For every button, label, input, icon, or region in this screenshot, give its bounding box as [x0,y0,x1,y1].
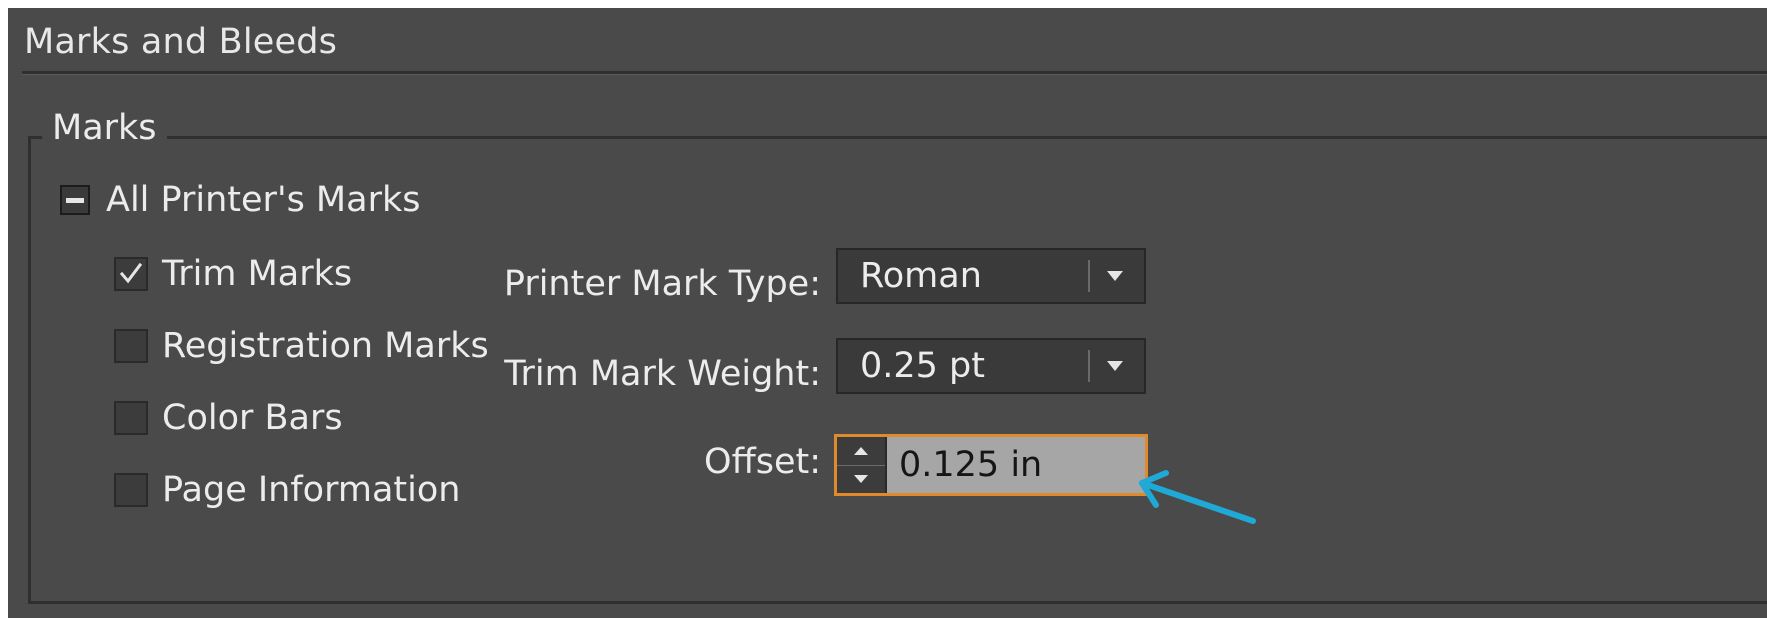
all-printers-marks-label: All Printer's Marks [106,180,421,220]
checkbox-box [114,473,148,507]
triangle-down-icon [854,475,868,484]
printer-mark-type-dropdown[interactable]: Roman [836,248,1146,304]
trim-marks-label: Trim Marks [162,254,353,294]
marks-group-legend: Marks [42,108,167,148]
dropdown-divider [1088,260,1090,292]
increment-button[interactable] [837,437,885,466]
color-bars-checkbox[interactable]: Color Bars [114,398,343,438]
printer-mark-type-value: Roman [860,256,982,296]
registration-marks-checkbox[interactable]: Registration Marks [114,326,489,366]
dropdown-divider [1088,350,1090,382]
all-printers-marks-checkbox[interactable]: All Printer's Marks [60,180,420,220]
page-information-label: Page Information [162,470,461,510]
offset-label: Offset: [704,442,821,482]
checkbox-box [114,401,148,435]
triangle-down-icon [1098,340,1132,392]
checkmark-icon [119,262,143,284]
page-information-checkbox[interactable]: Page Information [114,470,460,510]
minus-icon [60,185,90,215]
trim-mark-weight-label: Trim Mark Weight: [504,354,821,394]
trim-marks-checkbox[interactable]: Trim Marks [114,254,352,294]
trim-mark-weight-dropdown[interactable]: 0.25 pt [836,338,1146,394]
decrement-button[interactable] [837,466,885,494]
offset-input[interactable]: 0.125 in [887,437,1145,493]
title-divider [22,71,1767,75]
registration-marks-label: Registration Marks [162,326,489,366]
offset-stepper[interactable] [837,437,887,493]
printer-mark-type-label: Printer Mark Type: [503,264,821,304]
color-bars-label: Color Bars [162,398,343,438]
marks-and-bleeds-panel: Marks and Bleeds Marks All Printer's Mar… [8,8,1767,618]
arrow-icon [1139,470,1256,524]
checkbox-box [114,329,148,363]
checkbox-box [114,257,148,291]
trim-mark-weight-value: 0.25 pt [860,346,985,386]
triangle-up-icon [854,446,868,455]
offset-field[interactable]: 0.125 in [834,434,1148,496]
triangle-down-icon [1098,250,1132,302]
panel-title: Marks and Bleeds [24,22,338,62]
